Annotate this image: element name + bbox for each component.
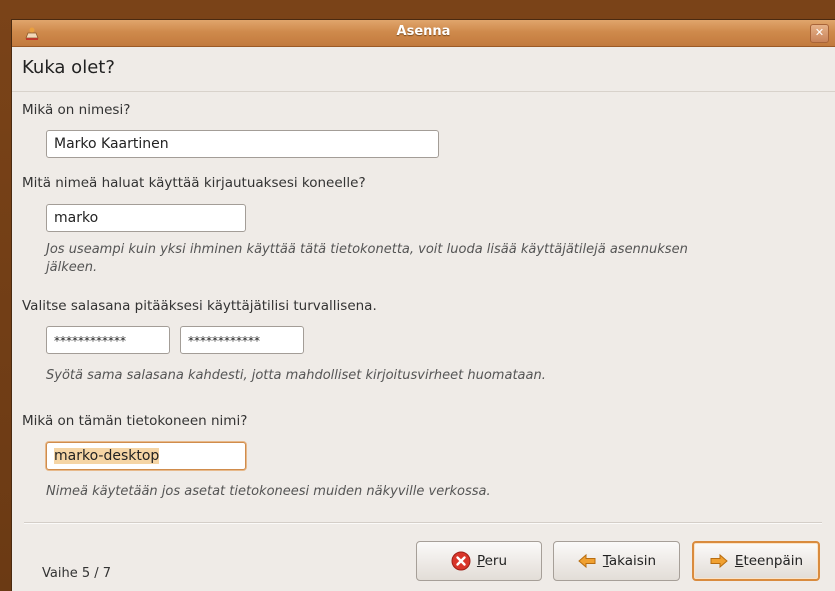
cancel-button[interactable]: Peru — [416, 541, 542, 581]
password-confirm-input[interactable]: ************ — [180, 326, 304, 354]
close-button[interactable]: ✕ — [810, 24, 829, 43]
form-content: Mikä on nimesi? Marko Kaartinen Mitä nim… — [12, 92, 835, 591]
step-indicator: Vaihe 5 / 7 — [42, 566, 112, 581]
close-icon: ✕ — [814, 26, 825, 39]
cancel-icon — [451, 551, 471, 571]
password-hint: Syötä sama salasana kahdesti, jotta mahd… — [46, 368, 546, 383]
hostname-value: marko-desktop — [54, 448, 160, 464]
installer-window: Asenna ✕ Kuka olet? Mikä on nimesi? Mark… — [12, 20, 835, 591]
hostname-input[interactable]: marko-desktop — [46, 442, 246, 470]
forward-label: Eteenpäin — [734, 553, 804, 569]
forward-button[interactable]: Eteenpäin — [692, 541, 820, 581]
login-name-hint-line1: Jos useampi kuin yksi ihminen käyttää tä… — [46, 242, 688, 257]
back-button[interactable]: Takaisin — [553, 541, 680, 581]
login-name-input[interactable]: marko — [46, 204, 246, 232]
cancel-label: Peru — [476, 553, 508, 569]
arrow-left-icon — [578, 553, 596, 569]
login-name-hint-line2: jälkeen. — [46, 260, 98, 275]
page-header: Kuka olet? — [12, 47, 835, 92]
full-name-label: Mikä on nimesi? — [22, 102, 131, 118]
title-bar[interactable]: Asenna ✕ — [12, 20, 835, 47]
hostname-label: Mikä on tämän tietokoneen nimi? — [22, 413, 248, 429]
page-title: Kuka olet? — [22, 57, 115, 78]
password-input[interactable]: ************ — [46, 326, 170, 354]
window-title: Asenna — [396, 24, 451, 39]
password-label: Valitse salasana pitääksesi käyttäjätili… — [22, 298, 377, 314]
full-name-input[interactable]: Marko Kaartinen — [46, 130, 439, 158]
back-label: Takaisin — [602, 553, 657, 569]
arrow-right-icon — [710, 553, 728, 569]
login-name-label: Mitä nimeä haluat käyttää kirjautuaksesi… — [22, 175, 366, 191]
footer-separator — [24, 522, 822, 524]
hostname-hint: Nimeä käytetään jos asetat tietokoneesi … — [46, 484, 491, 499]
